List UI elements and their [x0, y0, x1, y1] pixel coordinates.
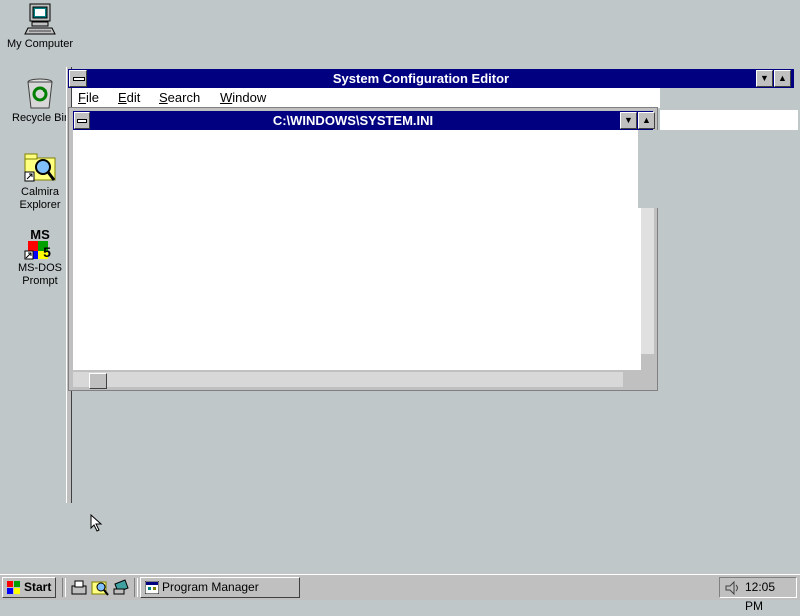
taskbar: Start Program Manager 12:05 PM: [0, 574, 800, 613]
menu-label: ile: [85, 90, 99, 105]
clock[interactable]: 12:05 PM: [745, 578, 796, 616]
system-tray: 12:05 PM: [719, 577, 797, 613]
menu-file[interactable]: File: [78, 89, 99, 107]
desktop-icon-recycle-bin[interactable]: Recycle Bin: [5, 76, 75, 125]
speaker-icon[interactable]: [725, 581, 741, 595]
task-label: Program Manager: [162, 580, 259, 594]
windows-logo-icon: [7, 581, 20, 594]
child-window-title: C:\WINDOWS\SYSTEM.INI: [272, 113, 434, 128]
menu-bar: File Edit Search Window: [72, 88, 660, 108]
svg-text:MS: MS: [30, 227, 50, 242]
desktop-icon-msdos-prompt[interactable]: MS 5 MS-DOS Prompt: [5, 226, 75, 288]
menu-window[interactable]: Window: [220, 89, 266, 107]
text-editor-area[interactable]: [73, 130, 641, 370]
menu-edit[interactable]: Edit: [118, 89, 140, 107]
msdos-icon: MS 5: [23, 226, 57, 260]
desktop-icon-calmira-explorer[interactable]: Calmira Explorer: [5, 150, 75, 212]
desktop-icon-label: Recycle Bin: [12, 112, 71, 124]
minimize-button[interactable]: ▼: [756, 70, 773, 87]
program-manager-icon: [145, 581, 159, 594]
arrow-up-icon: ▲: [642, 115, 651, 125]
quicklaunch-desktop-icon[interactable]: [112, 578, 130, 596]
menu-label: earch: [167, 90, 201, 105]
quicklaunch-search-icon[interactable]: [91, 578, 109, 596]
arrow-down-icon: ▼: [624, 115, 633, 125]
menu-search[interactable]: Search: [159, 89, 200, 107]
computer-icon: [23, 2, 57, 36]
arrow-down-icon: ▼: [760, 73, 769, 83]
desktop-icon-label: My Computer: [6, 38, 74, 50]
recycle-bin-icon: [23, 76, 57, 110]
task-button-program-manager[interactable]: Program Manager: [140, 577, 300, 598]
child-window-system-ini: C:\WINDOWS\SYSTEM.INI ▼ ▲: [68, 107, 658, 391]
menu-accel: F: [78, 90, 86, 105]
explorer-icon: [23, 150, 57, 184]
system-menu-button[interactable]: [69, 70, 87, 87]
desktop-icon-label: Calmira Explorer: [19, 186, 61, 211]
menu-accel: W: [220, 90, 233, 105]
desktop-icon-my-computer[interactable]: My Computer: [5, 2, 75, 51]
arrow-up-icon: ▲: [778, 73, 787, 83]
child-title-bar[interactable]: C:\WINDOWS\SYSTEM.INI ▼ ▲: [73, 111, 655, 130]
mouse-cursor-icon: [90, 513, 104, 532]
minus-icon: [77, 119, 87, 123]
svg-text:5: 5: [43, 244, 51, 260]
menu-accel: S: [159, 90, 168, 105]
start-button[interactable]: Start: [2, 577, 56, 598]
maximize-button[interactable]: ▲: [774, 70, 791, 87]
child-maximize-button[interactable]: ▲: [638, 112, 655, 129]
start-label: Start: [24, 580, 52, 594]
taskbar-separator: [134, 578, 138, 597]
horizontal-scrollbar[interactable]: [73, 372, 623, 387]
main-title-bar[interactable]: System Configuration Editor ▼ ▲: [68, 69, 794, 88]
menu-label: dit: [126, 90, 141, 105]
main-window-title: System Configuration Editor: [332, 71, 510, 86]
desktop-background-patch: [638, 130, 800, 208]
menu-bar-extension: [660, 110, 798, 130]
menu-accel: E: [118, 90, 127, 105]
menu-label: indow: [232, 90, 267, 105]
minus-icon: [73, 77, 85, 81]
desktop-icon-label: MS-DOS Prompt: [18, 262, 62, 287]
horizontal-scroll-thumb[interactable]: [89, 373, 107, 389]
child-minimize-button[interactable]: ▼: [620, 112, 637, 129]
child-system-menu-button[interactable]: [74, 112, 90, 129]
taskbar-separator: [62, 578, 66, 597]
quicklaunch-program-icon[interactable]: [70, 578, 88, 596]
